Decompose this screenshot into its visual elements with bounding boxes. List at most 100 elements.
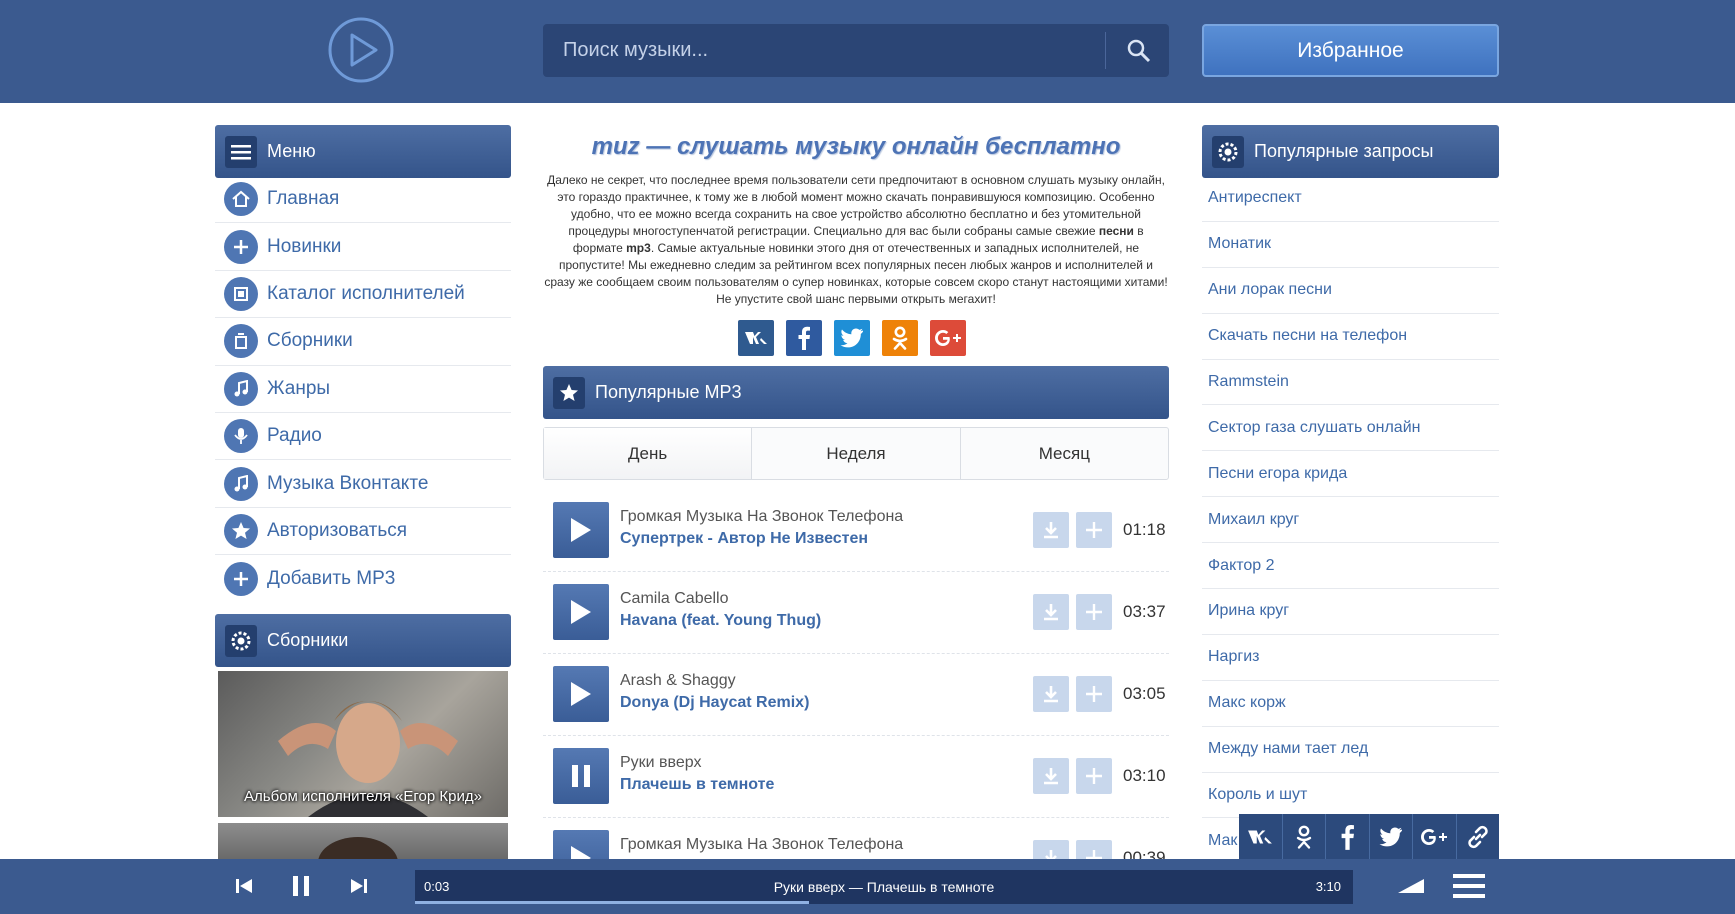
search-button[interactable]	[1109, 24, 1169, 77]
play-button[interactable]	[553, 666, 609, 722]
add-to-playlist-button[interactable]	[1076, 512, 1112, 548]
download-button[interactable]	[1033, 840, 1069, 859]
facebook-share-button[interactable]	[1326, 814, 1370, 859]
collection-thumbnail[interactable]	[218, 823, 508, 859]
play-icon	[571, 682, 591, 706]
download-icon	[1044, 522, 1058, 539]
copy-link-button[interactable]	[1457, 814, 1500, 859]
popular-mp3-title: Популярные MP3	[595, 382, 742, 402]
popular-request-link[interactable]: Ани лорак песни	[1202, 268, 1499, 314]
popular-request-link[interactable]: Скачать песни на телефон	[1202, 314, 1499, 360]
vk-share-button[interactable]	[1239, 814, 1283, 859]
skip-back-icon	[236, 879, 252, 893]
skip-forward-icon	[351, 879, 367, 893]
facebook-icon	[798, 326, 810, 350]
google-plus-share-button[interactable]	[930, 320, 966, 356]
track-artist: Arash & Shaggy	[620, 672, 736, 689]
download-button[interactable]	[1033, 512, 1069, 548]
track-duration: 03:10	[1123, 766, 1166, 785]
track-artist: Громкая Музыка На Звонок Телефона	[620, 836, 904, 853]
menu-item-home[interactable]: Главная	[215, 176, 511, 224]
vk-icon	[1248, 830, 1273, 843]
add-to-playlist-button[interactable]	[1076, 594, 1112, 630]
popular-request-link[interactable]: Макс корж	[1202, 681, 1499, 727]
playlist-menu-button[interactable]	[1450, 869, 1488, 903]
tab-week[interactable]: Неделя	[752, 428, 961, 479]
popular-request-link[interactable]: Ирина круг	[1202, 589, 1499, 635]
progress-fill	[415, 901, 809, 904]
add-to-playlist-button[interactable]	[1076, 676, 1112, 712]
twitter-share-button[interactable]	[1370, 814, 1413, 859]
odnoklassniki-share-button[interactable]	[1283, 814, 1326, 859]
pause-button[interactable]	[553, 748, 609, 804]
popular-request-link[interactable]: Сектор газа слушать онлайн	[1202, 405, 1499, 452]
popular-request-link[interactable]: Монатик	[1202, 222, 1499, 268]
menu-item-collections[interactable]: Сборники	[215, 318, 511, 366]
track-title[interactable]: Donya (Dj Haycat Remix)	[620, 694, 809, 712]
download-icon	[1045, 850, 1057, 859]
plus-icon	[1086, 850, 1102, 859]
add-to-playlist-button[interactable]	[1076, 758, 1112, 794]
twitter-share-button[interactable]	[834, 320, 870, 356]
menu-item-add-mp3[interactable]: Добавить MP3	[215, 555, 511, 602]
popular-request-link[interactable]: Фактор 2	[1202, 543, 1499, 590]
menu-item-new[interactable]: Новинки	[215, 223, 511, 271]
download-button[interactable]	[1033, 594, 1069, 630]
add-to-playlist-button[interactable]	[1076, 840, 1112, 859]
pause-button[interactable]	[284, 869, 318, 903]
track-title[interactable]: Супертрек - Автор Не Известен	[620, 530, 868, 548]
download-button[interactable]	[1033, 758, 1069, 794]
popular-request-link[interactable]: Наргиз	[1202, 635, 1499, 681]
track-title[interactable]: Плачешь в темноте	[620, 776, 774, 794]
favorites-button[interactable]: Избранное	[1202, 24, 1499, 77]
facebook-share-button[interactable]	[786, 320, 822, 356]
play-button[interactable]	[553, 502, 609, 558]
menu-item-label: Каталог исполнителей	[267, 282, 465, 304]
intro-text-part: Далеко не секрет, что последнее время по…	[547, 173, 1165, 238]
search-input[interactable]	[543, 24, 1103, 77]
tab-month[interactable]: Месяц	[961, 428, 1168, 479]
menu-item-radio[interactable]: Радио	[215, 413, 511, 461]
menu-item-login[interactable]: Авторизоваться	[215, 508, 511, 556]
popular-request-link[interactable]: Песни егора крида	[1202, 451, 1499, 498]
track-row: Camila Cabello Havana (feat. Young Thug)…	[543, 572, 1169, 654]
microphone-icon	[224, 419, 258, 454]
popular-requests-header: Популярные запросы	[1202, 125, 1499, 178]
next-track-button[interactable]	[342, 869, 376, 903]
popular-request-link[interactable]: Антиреспект	[1202, 176, 1499, 222]
play-button[interactable]	[553, 830, 609, 859]
menu-item-genres[interactable]: Жанры	[215, 366, 511, 413]
odnoklassniki-icon	[892, 326, 908, 350]
gear-icon	[1212, 135, 1244, 168]
popular-request-link[interactable]: Между нами тает лед	[1202, 727, 1499, 773]
collection-thumbnail[interactable]: Альбом исполнителя «Егор Крид»	[218, 671, 508, 817]
plus-icon	[1086, 522, 1102, 538]
track-duration: 03:05	[1123, 684, 1166, 703]
odnoklassniki-share-button[interactable]	[882, 320, 918, 356]
popular-request-link[interactable]: Rammstein	[1202, 360, 1499, 406]
menu-item-catalog[interactable]: Каталог исполнителей	[215, 271, 511, 319]
search-icon	[1127, 39, 1151, 62]
play-button[interactable]	[553, 584, 609, 640]
download-button[interactable]	[1033, 676, 1069, 712]
logo-play-icon[interactable]	[326, 15, 396, 85]
popular-request-link[interactable]: Михаил круг	[1202, 497, 1499, 544]
track-artist: Громкая Музыка На Звонок Телефона	[620, 508, 904, 525]
tab-day[interactable]: День	[544, 428, 753, 479]
progress-bar[interactable]: 0:03 Руки вверх — Плачешь в темноте 3:10	[415, 870, 1353, 904]
page-title: muz — слушать музыку онлайн бесплатно	[591, 133, 1121, 160]
menu-item-label: Главная	[267, 188, 340, 210]
track-title[interactable]: Havana (feat. Young Thug)	[620, 612, 821, 630]
facebook-icon	[1341, 824, 1354, 850]
google-plus-share-button[interactable]	[1413, 814, 1457, 859]
menu-item-vk-music[interactable]: Музыка Вконтакте	[215, 460, 511, 508]
vk-share-button[interactable]	[738, 320, 774, 356]
search-box	[543, 24, 1169, 77]
vk-icon	[745, 332, 767, 344]
track-row: Arash & Shaggy Donya (Dj Haycat Remix) 0…	[543, 654, 1169, 736]
previous-track-button[interactable]	[227, 869, 261, 903]
period-tabs: День Неделя Месяц	[543, 427, 1169, 480]
volume-slider[interactable]	[1391, 869, 1431, 903]
popular-request-link[interactable]: Король и шут	[1202, 773, 1499, 819]
intro-bold: песни	[1098, 224, 1134, 238]
